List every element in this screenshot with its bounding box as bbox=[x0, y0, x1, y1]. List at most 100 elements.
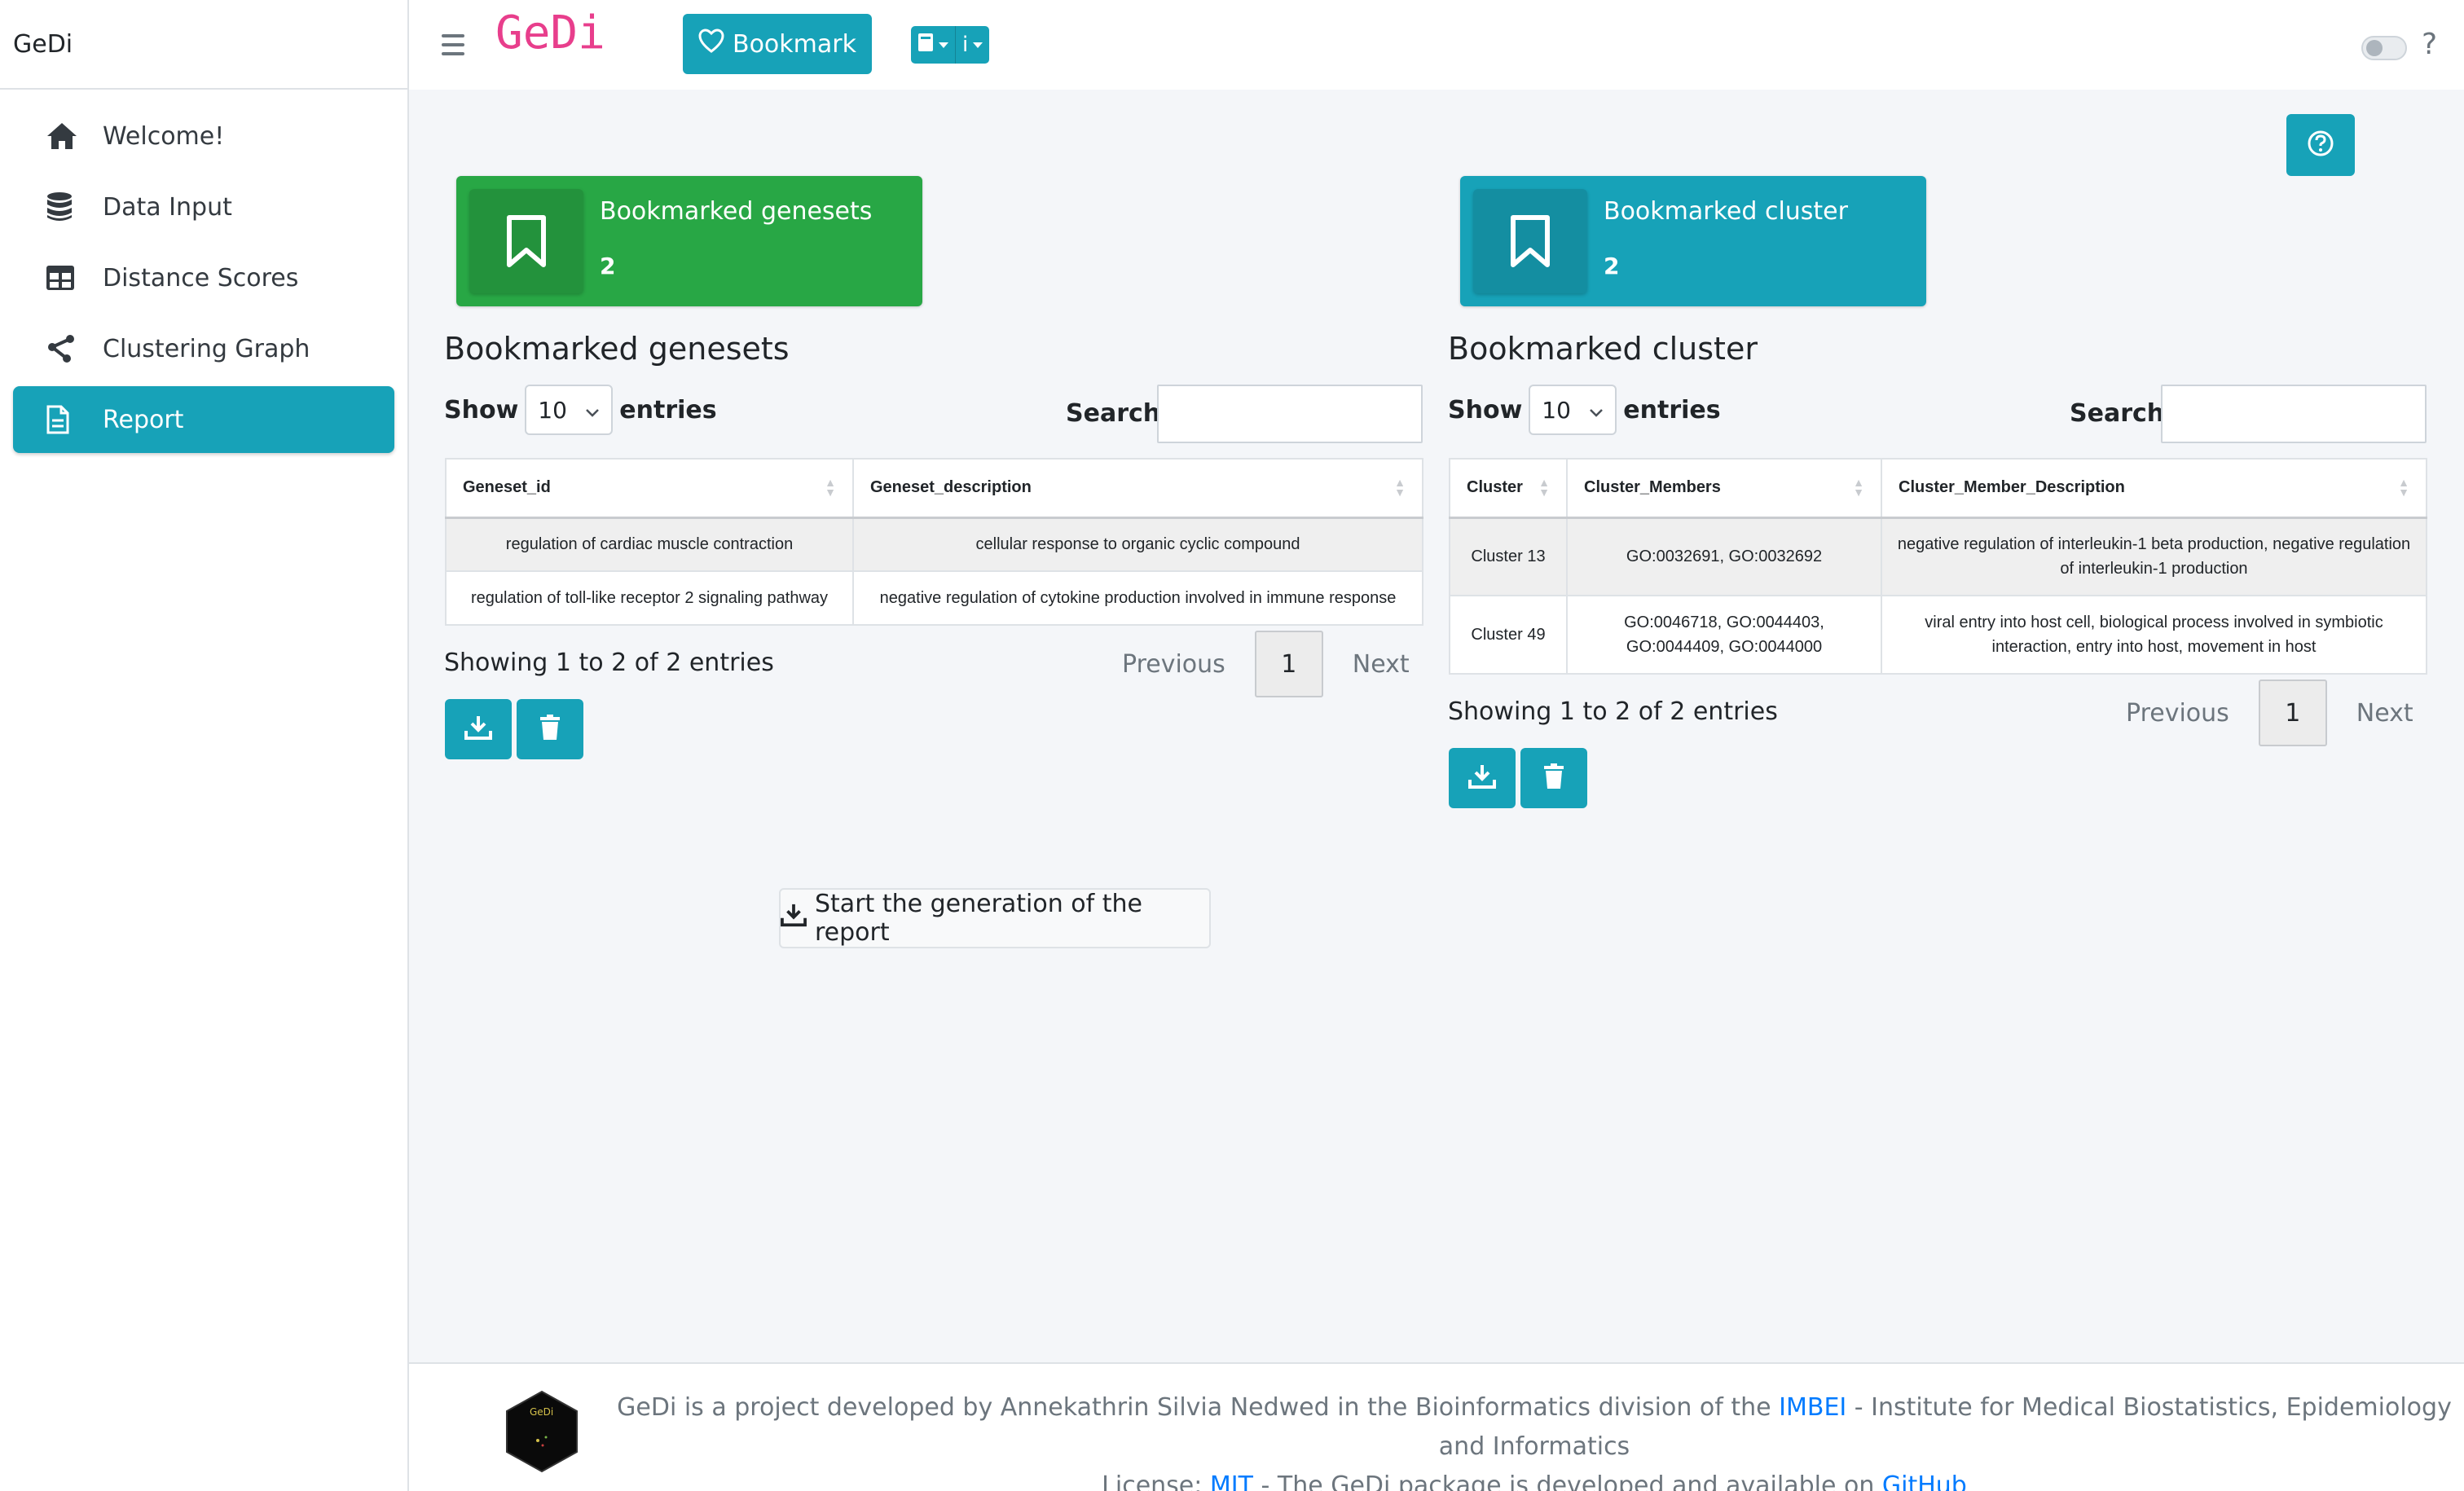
genesets-panel-title: Bookmarked genesets bbox=[444, 331, 790, 367]
sort-icon: ▲ ▼ bbox=[1853, 476, 1864, 499]
sidebar-item-label: Distance Scores bbox=[103, 263, 299, 292]
delete-genesets-button[interactable] bbox=[517, 699, 583, 759]
generate-report-button[interactable]: Start the generation of the report bbox=[779, 888, 1211, 948]
sort-icon: ▲ ▼ bbox=[2398, 476, 2409, 499]
table-cell: negative regulation of cytokine producti… bbox=[852, 570, 1423, 626]
show-label: Show bbox=[1448, 395, 1523, 424]
infobox-title: Bookmarked genesets bbox=[600, 197, 873, 226]
genesets-table: Geneset_id ▲ ▼ Geneset_description ▲ ▼ regul… bbox=[445, 458, 1423, 626]
imbei-link[interactable]: IMBEI bbox=[1779, 1393, 1846, 1422]
help-question-icon[interactable]: ? bbox=[2422, 28, 2437, 61]
cluster-pagination: Previous 1 Next bbox=[2126, 680, 2413, 746]
chevron-down-icon bbox=[939, 42, 948, 48]
chevron-down-icon bbox=[1589, 397, 1604, 424]
column-header-geneset-id[interactable]: Geneset_id ▲ ▼ bbox=[445, 458, 854, 519]
bookmarked-genesets-infobox: Bookmarked genesets 2 bbox=[456, 176, 922, 306]
download-icon bbox=[781, 903, 807, 934]
download-icon bbox=[464, 715, 492, 744]
sidebar-nav: Welcome! Data Input Distance Scores Clus… bbox=[0, 90, 407, 470]
footer-line-2: License: MIT - The GeDi package is devel… bbox=[605, 1467, 2464, 1491]
cluster-length-control: Show 10 entries bbox=[1448, 385, 1721, 435]
entries-select[interactable]: 10 bbox=[1529, 385, 1617, 435]
info-dropdown-button[interactable]: i bbox=[956, 26, 990, 64]
genesets-search-input[interactable] bbox=[1157, 385, 1423, 443]
table-cell: GO:0046718, GO:0044403, GO:0044409, GO:0… bbox=[1566, 595, 1882, 675]
table-cell: regulation of cardiac muscle contraction bbox=[445, 517, 854, 572]
download-cluster-button[interactable] bbox=[1449, 748, 1516, 808]
sidebar-item-label: Clustering Graph bbox=[103, 334, 310, 363]
footer-text: GeDi is a project developed by Annekathr… bbox=[409, 1388, 2464, 1491]
app-logo: GeDi bbox=[495, 7, 605, 59]
previous-page-button[interactable]: Previous bbox=[1122, 650, 1225, 679]
sidebar-item-label: Welcome! bbox=[103, 121, 225, 151]
sidebar-item-data-input[interactable]: Data Input bbox=[13, 174, 394, 240]
entries-label: entries bbox=[1623, 395, 1721, 424]
column-header-cluster-member-description[interactable]: Cluster_Member_Description ▲ ▼ bbox=[1881, 458, 2427, 519]
table-row[interactable]: Cluster 13 GO:0032691, GO:0032692 negati… bbox=[1449, 517, 2427, 596]
book-dropdown-button[interactable] bbox=[911, 26, 956, 64]
bookmark-icon bbox=[1473, 189, 1587, 293]
book-icon bbox=[917, 33, 934, 58]
infobox-title: Bookmarked cluster bbox=[1604, 197, 1848, 226]
table-row[interactable]: Cluster 49 GO:0046718, GO:0044403, GO:00… bbox=[1449, 595, 2427, 675]
database-icon bbox=[46, 191, 103, 223]
genesets-table-info: Showing 1 to 2 of 2 entries bbox=[444, 649, 774, 677]
help-circle-button[interactable] bbox=[2286, 114, 2355, 176]
sidebar-item-welcome[interactable]: Welcome! bbox=[13, 103, 394, 169]
bookmarked-cluster-infobox: Bookmarked cluster 2 bbox=[1460, 176, 1926, 306]
question-circle-icon bbox=[2307, 130, 2334, 161]
sidebar-item-label: Report bbox=[103, 405, 184, 434]
download-genesets-button[interactable] bbox=[445, 699, 512, 759]
search-label: Search: bbox=[2070, 399, 2175, 428]
mit-license-link[interactable]: MIT bbox=[1210, 1471, 1253, 1491]
generate-report-label: Start the generation of the report bbox=[815, 890, 1142, 947]
sidebar-item-clustering-graph[interactable]: Clustering Graph bbox=[13, 315, 394, 382]
page-1-button[interactable]: 1 bbox=[2258, 680, 2327, 746]
file-icon bbox=[46, 403, 103, 436]
trash-icon bbox=[1542, 763, 1565, 794]
next-page-button[interactable]: Next bbox=[2356, 699, 2413, 728]
column-header-geneset-description[interactable]: Geneset_description ▲ ▼ bbox=[852, 458, 1423, 519]
next-page-button[interactable]: Next bbox=[1353, 650, 1410, 679]
sidebar: GeDi Welcome! Data Input Distance Scores… bbox=[0, 0, 409, 1491]
page-1-button[interactable]: 1 bbox=[1254, 631, 1323, 697]
table-cell: GO:0032691, GO:0032692 bbox=[1566, 517, 1882, 596]
table-cell: Cluster 13 bbox=[1449, 517, 1568, 596]
column-header-cluster-members[interactable]: Cluster_Members ▲ ▼ bbox=[1566, 458, 1882, 519]
table-row[interactable]: regulation of cardiac muscle contraction… bbox=[445, 517, 1423, 572]
show-label: Show bbox=[444, 395, 519, 424]
sidebar-item-distance-scores[interactable]: Distance Scores bbox=[13, 244, 394, 311]
theme-toggle[interactable] bbox=[2361, 36, 2407, 60]
bookmark-icon bbox=[469, 189, 583, 293]
brand-title[interactable]: GeDi bbox=[0, 0, 407, 90]
column-header-cluster[interactable]: Cluster ▲ ▼ bbox=[1449, 458, 1568, 519]
entries-select[interactable]: 10 bbox=[525, 385, 614, 435]
sidebar-item-report[interactable]: Report bbox=[13, 386, 394, 453]
cluster-search-input[interactable] bbox=[2161, 385, 2427, 443]
top-navbar: GeDi Bookmark i ? bbox=[409, 0, 2464, 90]
download-icon bbox=[1468, 763, 1496, 793]
table-row[interactable]: regulation of toll-like receptor 2 signa… bbox=[445, 570, 1423, 626]
search-label: Search: bbox=[1066, 399, 1171, 428]
table-cell: negative regulation of interleukin-1 bet… bbox=[1881, 517, 2427, 596]
infobox-count: 2 bbox=[600, 253, 616, 279]
bookmark-button-label: Bookmark bbox=[733, 29, 856, 59]
sidebar-item-label: Data Input bbox=[103, 192, 232, 222]
cluster-table: Cluster ▲ ▼ Cluster_Members ▲ ▼ Cluster_Memb… bbox=[1449, 458, 2427, 675]
table-cell: viral entry into host cell, biological p… bbox=[1881, 595, 2427, 675]
github-link[interactable]: GitHub bbox=[1882, 1471, 1967, 1491]
hamburger-menu-icon[interactable] bbox=[442, 26, 474, 64]
footer-line-1: GeDi is a project developed by Annekathr… bbox=[617, 1393, 2452, 1461]
trash-icon bbox=[539, 714, 561, 745]
previous-page-button[interactable]: Previous bbox=[2126, 699, 2229, 728]
home-icon bbox=[46, 120, 103, 152]
genesets-length-control: Show 10 entries bbox=[444, 385, 717, 435]
delete-cluster-button[interactable] bbox=[1520, 748, 1587, 808]
sort-icon: ▲ ▼ bbox=[1538, 476, 1550, 499]
info-icon: i bbox=[962, 33, 969, 57]
cluster-table-info: Showing 1 to 2 of 2 entries bbox=[1448, 697, 1778, 726]
entries-label: entries bbox=[619, 395, 717, 424]
footer: GeDi GeDi is a project developed by Anne… bbox=[409, 1362, 2464, 1491]
chevron-down-icon bbox=[585, 397, 600, 424]
bookmark-button[interactable]: Bookmark bbox=[683, 14, 872, 74]
